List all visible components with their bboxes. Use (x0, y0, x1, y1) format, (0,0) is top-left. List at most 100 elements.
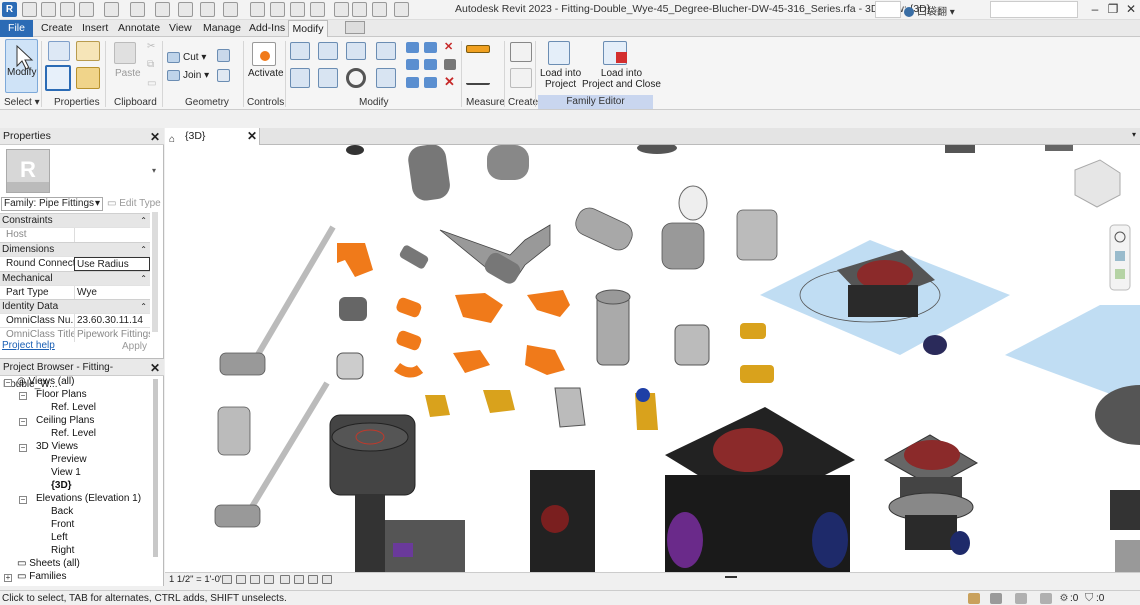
tab-create[interactable]: Create (41, 22, 73, 34)
aligned-dimension-icon[interactable] (466, 69, 490, 85)
mirror-axis-icon[interactable] (346, 42, 366, 60)
row-host[interactable]: Host (0, 227, 150, 242)
properties-scrollbar[interactable] (152, 212, 158, 332)
switch-windows-icon[interactable] (352, 2, 367, 17)
category-identity[interactable]: Identity Data ⌃ (0, 299, 150, 313)
split-face-icon[interactable] (217, 49, 230, 62)
help-search-box[interactable] (990, 1, 1078, 18)
tab-annotate[interactable]: Annotate (118, 22, 160, 34)
row-omniclass-title[interactable]: OmniClass Title Pipework Fittings (0, 327, 150, 342)
3d-viewport[interactable] (165, 145, 1140, 572)
create-group-icon[interactable] (510, 68, 532, 88)
measure-distance-icon[interactable] (466, 45, 490, 53)
collapse-icon[interactable]: − (19, 418, 27, 426)
join-label[interactable]: Join ▾ (183, 70, 209, 81)
tree-elevations[interactable]: Elevations (Elevation 1) (36, 493, 141, 504)
mirror-draw-icon[interactable] (376, 42, 396, 60)
customize-icon[interactable] (394, 2, 409, 17)
tree-ceiling-plans[interactable]: Ceiling Plans (36, 415, 94, 426)
close-hidden-icon[interactable] (334, 2, 349, 17)
unpin-icon[interactable]: ✕ (444, 42, 456, 53)
type-selector-thumbnail[interactable]: R (6, 149, 50, 193)
split-gap-icon[interactable] (424, 42, 437, 53)
contextual-toggle-icon[interactable] (345, 21, 365, 34)
split-icon[interactable] (406, 42, 419, 53)
tree-ref-level-ceiling[interactable]: Ref. Level (51, 428, 96, 439)
underlay-icon[interactable] (1040, 593, 1052, 604)
properties-help-link[interactable]: Project help (2, 340, 55, 351)
filter-icon[interactable]: ⚙ (1058, 593, 1070, 604)
load-into-project-close-label[interactable]: Load into Project and Close (582, 68, 661, 90)
tag-icon[interactable] (223, 2, 238, 17)
tab-menu-icon[interactable]: ▾ (1132, 130, 1136, 139)
tree-floor-plans[interactable]: Floor Plans (36, 389, 87, 400)
sync-icon[interactable] (79, 2, 94, 17)
pin-icon[interactable] (444, 59, 456, 70)
row-part-type[interactable]: Part Type Wye (0, 285, 150, 300)
apply-button[interactable]: Apply (122, 341, 147, 352)
collapse-icon[interactable]: − (19, 444, 27, 452)
join-geometry-icon[interactable] (167, 70, 180, 81)
chevron-down-icon[interactable]: ▾ (152, 166, 156, 175)
print-icon[interactable] (155, 2, 170, 17)
type-properties-icon[interactable] (48, 41, 70, 61)
tree-sheets[interactable]: ▭ Sheets (all) (17, 558, 80, 569)
copy-element-icon[interactable] (318, 68, 338, 88)
category-constraints[interactable]: Constraints ⌃ (0, 213, 150, 227)
lock-3d-icon[interactable] (322, 575, 332, 584)
design-options-icon[interactable] (990, 593, 1002, 604)
tab-view[interactable]: View (169, 22, 192, 34)
text-icon[interactable] (250, 2, 265, 17)
search-box[interactable] (875, 1, 901, 18)
family-category-icon[interactable] (76, 67, 100, 89)
view-scale[interactable]: 1 1/2" = 1'-0" (169, 574, 223, 585)
measure-icon[interactable] (178, 2, 193, 17)
section-icon[interactable] (290, 2, 305, 17)
tab-manage[interactable]: Manage (203, 22, 241, 34)
row-round-connect[interactable]: Round Connect...Use Radius (0, 256, 150, 271)
extend-multi-icon[interactable] (424, 77, 437, 88)
maximize-button[interactable]: ❐ (1106, 2, 1120, 16)
tree-views-all[interactable]: ◎ Views (all) (17, 376, 74, 387)
tree-front[interactable]: Front (51, 519, 74, 530)
sun-path-icon[interactable] (250, 575, 260, 584)
open-icon[interactable] (41, 2, 56, 17)
align-icon[interactable] (290, 42, 310, 60)
array-icon[interactable] (406, 59, 419, 70)
row-omniclass-number[interactable]: OmniClass Nu... 23.60.30.11.14 (0, 313, 150, 328)
tab-modify[interactable]: Modify (288, 20, 328, 38)
modify-button[interactable] (5, 39, 38, 93)
cut-icon[interactable]: ✂ (147, 41, 155, 52)
paint-icon[interactable] (217, 69, 230, 82)
tree-right[interactable]: Right (51, 545, 74, 556)
shadows-icon[interactable] (264, 575, 274, 584)
create-similar-icon[interactable] (510, 42, 532, 62)
default-3d-icon[interactable] (270, 2, 285, 17)
tab-file[interactable]: File (0, 20, 33, 37)
dimension-icon[interactable] (200, 2, 215, 17)
show-crop-icon[interactable] (308, 575, 318, 584)
revit-logo-icon[interactable]: R (2, 2, 17, 17)
cut-label[interactable]: Cut ▾ (183, 52, 206, 63)
tree-families[interactable]: ▭ Families (17, 571, 66, 582)
family-types-icon[interactable] (76, 41, 100, 61)
tab-addins[interactable]: Add-Ins (249, 22, 285, 34)
scale-icon[interactable] (424, 59, 437, 70)
browser-scrollbar[interactable] (153, 379, 158, 557)
tree-preview[interactable]: Preview (51, 454, 87, 465)
link-icon[interactable] (1015, 593, 1027, 604)
collapse-icon[interactable]: − (19, 496, 27, 504)
activate-icon[interactable] (252, 42, 276, 66)
detail-level-icon[interactable] (222, 575, 232, 584)
tree-left[interactable]: Left (51, 532, 68, 543)
rotate-icon[interactable] (346, 68, 366, 88)
tab-insert[interactable]: Insert (82, 22, 108, 34)
properties-icon[interactable] (45, 65, 71, 91)
load-into-project-label[interactable]: Load into Project (540, 68, 581, 90)
close-icon[interactable]: ✕ (150, 129, 160, 146)
load-into-project-icon[interactable] (548, 41, 570, 65)
close-button[interactable]: ✕ (1124, 2, 1138, 16)
move-icon[interactable] (290, 68, 310, 88)
paste-icon[interactable] (114, 42, 136, 64)
horizontal-scroll-handle[interactable] (725, 576, 737, 578)
